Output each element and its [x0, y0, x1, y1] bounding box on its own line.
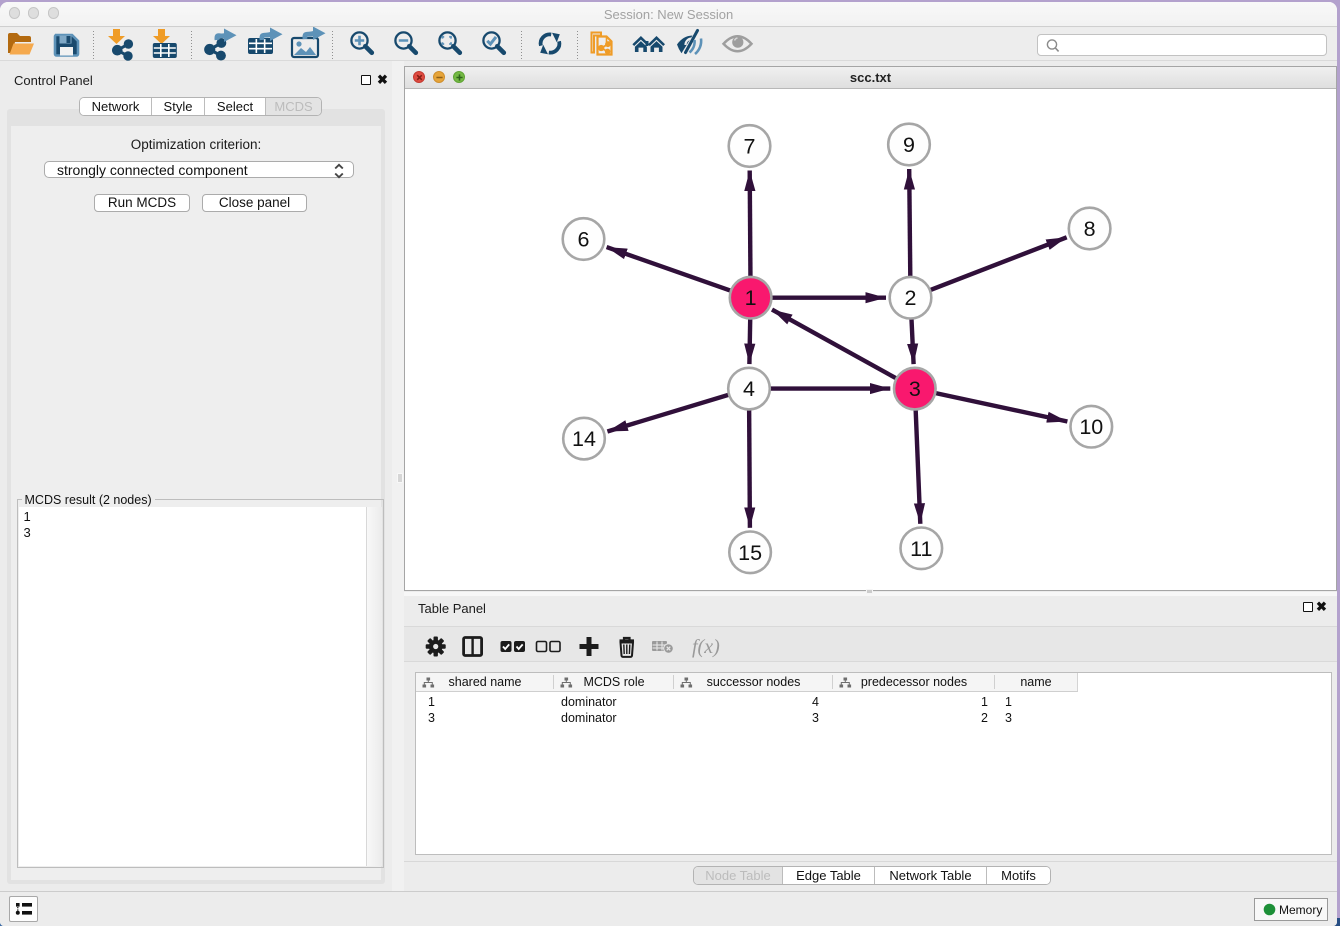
svg-text:8: 8: [1084, 217, 1096, 241]
svg-text:9: 9: [903, 133, 915, 157]
svg-text:f(x): f(x): [692, 636, 720, 658]
svg-text:10: 10: [1079, 415, 1103, 439]
svg-text:11: 11: [910, 537, 932, 561]
svg-text:15: 15: [738, 541, 762, 565]
svg-text:3: 3: [909, 377, 921, 401]
svg-text:1: 1: [745, 286, 757, 310]
svg-text:7: 7: [744, 135, 756, 159]
svg-text:14: 14: [572, 427, 596, 451]
svg-text:2: 2: [905, 286, 917, 310]
svg-text:6: 6: [578, 228, 590, 252]
svg-text:4: 4: [743, 377, 755, 401]
